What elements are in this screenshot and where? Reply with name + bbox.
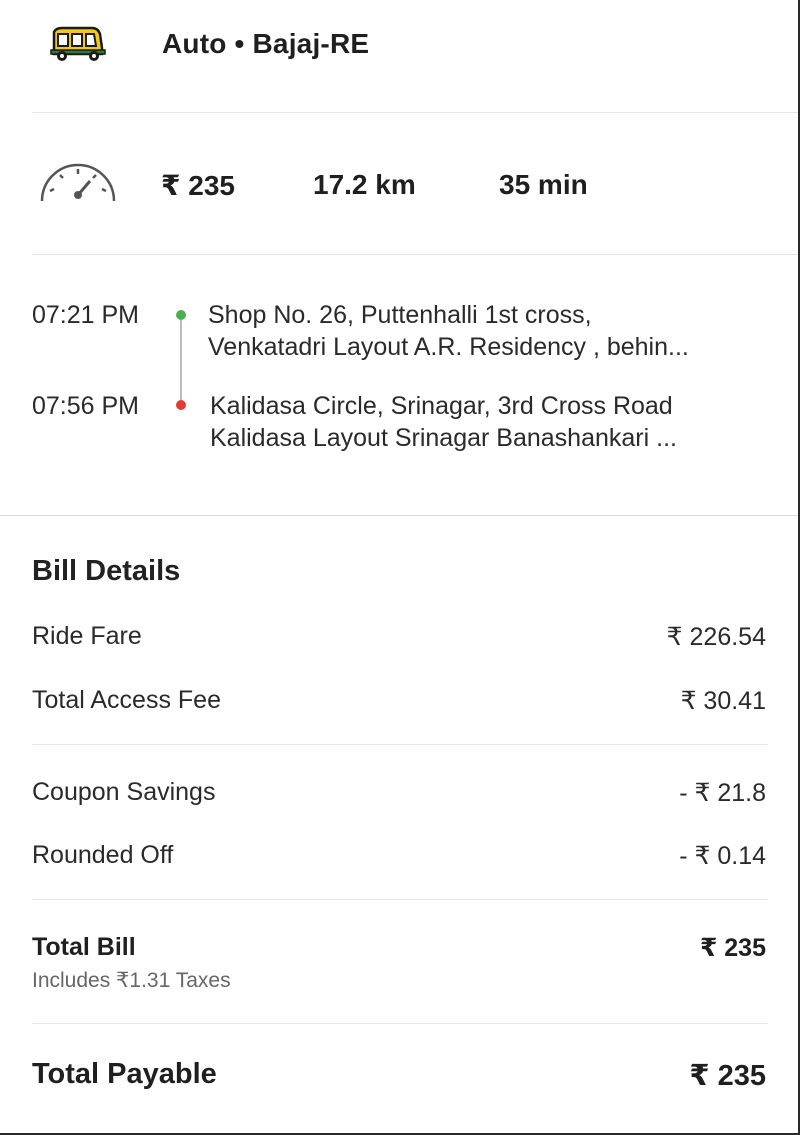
total-bill-value: ₹ 235 xyxy=(699,934,766,962)
divider xyxy=(32,744,768,745)
auto-rickshaw-icon xyxy=(48,24,108,64)
pickup-address-line1: Shop No. 26, Puttenhalli 1st cross, xyxy=(208,301,592,329)
ride-receipt: Auto • Bajaj-RE ₹ 235 17.2 km 35 min 07:… xyxy=(0,0,800,1135)
coupon-savings-value: - ₹ 21.8 xyxy=(679,779,766,807)
speedometer-icon xyxy=(38,157,118,203)
ride-header: Auto • Bajaj-RE xyxy=(0,0,798,112)
access-fee-value: ₹ 30.41 xyxy=(680,687,766,715)
total-bill-label: Total Bill xyxy=(32,933,136,961)
trip-duration: 35 min xyxy=(499,169,588,200)
coupon-savings-label: Coupon Savings xyxy=(32,778,216,806)
tax-note: Includes ₹1.31 Taxes xyxy=(32,969,231,992)
divider xyxy=(32,1023,768,1024)
trip-distance: 17.2 km xyxy=(313,169,416,200)
section-divider xyxy=(0,515,798,516)
total-payable-value: ₹ 235 xyxy=(689,1060,766,1092)
rounded-off-label: Rounded Off xyxy=(32,841,174,869)
pickup-time: 07:21 PM xyxy=(32,301,140,329)
route-line xyxy=(180,320,182,400)
drop-dot xyxy=(176,400,186,410)
rounded-off-value: - ₹ 0.14 xyxy=(679,842,766,870)
trip-stats: ₹ 235 17.2 km 35 min xyxy=(0,113,798,254)
access-fee-label: Total Access Fee xyxy=(32,686,221,714)
pickup-dot xyxy=(176,310,186,320)
total-payable-label: Total Payable xyxy=(32,1058,217,1090)
fare-amount: ₹ 235 xyxy=(161,170,235,201)
divider xyxy=(32,899,768,900)
route-details: 07:21 PM Shop No. 26, Puttenhalli 1st cr… xyxy=(0,255,798,515)
ride-fare-label: Ride Fare xyxy=(32,622,142,650)
ride-fare-value: ₹ 226.54 xyxy=(666,623,766,651)
drop-address-line2: Kalidasa Layout Srinagar Banashankari ..… xyxy=(210,424,677,452)
drop-address-line1: Kalidasa Circle, Srinagar, 3rd Cross Roa… xyxy=(210,392,673,420)
vehicle-title: Auto • Bajaj-RE xyxy=(162,28,370,59)
pickup-address-line2: Venkatadri Layout A.R. Residency , behin… xyxy=(208,333,689,361)
drop-time: 07:56 PM xyxy=(32,392,140,420)
bill-details-title: Bill Details xyxy=(32,555,181,587)
